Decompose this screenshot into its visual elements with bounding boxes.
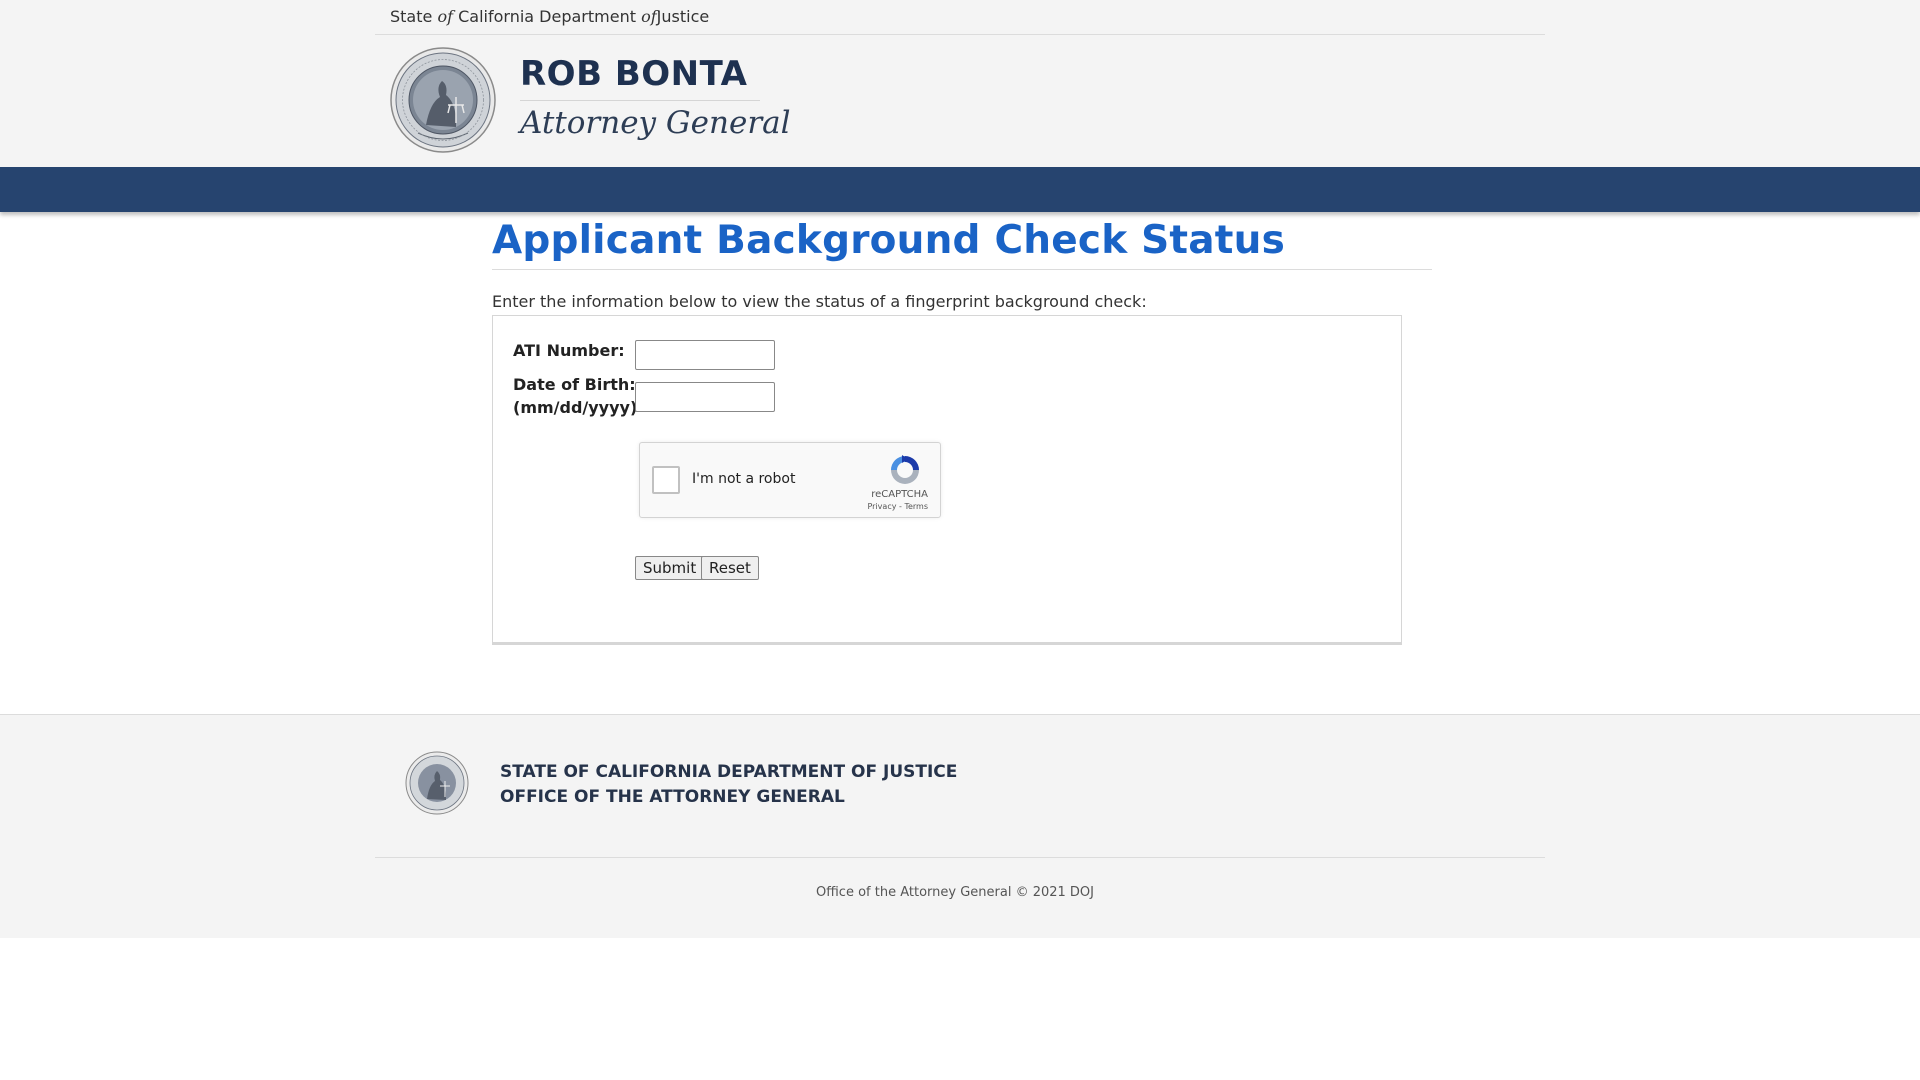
recaptcha-brand: reCAPTCHA [871,489,928,500]
date-of-birth-input[interactable] [635,382,775,412]
attorney-general-seal-icon [390,47,496,153]
official-name: ROB BONTA [520,54,760,101]
site-footer: STATE OF CALIFORNIA DEPARTMENT OF JUSTIC… [0,714,1920,938]
footer-divider [375,857,1545,858]
date-of-birth-label: Date of Birth: [513,375,636,394]
recaptcha-logo-icon [891,455,919,484]
navigation-band [0,167,1920,212]
submit-button[interactable]: Submit [635,556,705,580]
ati-number-label: ATI Number: [513,341,625,360]
footer-organization: STATE OF CALIFORNIA DEPARTMENT OF JUSTIC… [500,760,957,810]
agency-text: of [641,7,657,26]
agency-text: State [390,7,433,26]
recaptcha-terms-link[interactable]: Terms [904,502,928,511]
ati-number-input[interactable] [635,340,775,370]
recaptcha-label: I'm not a robot [692,471,796,487]
brand-block[interactable]: ROB BONTA Attorney General [390,47,791,153]
brand-text: ROB BONTA Attorney General [520,54,791,141]
agency-line: State of California Department ofJustice [375,0,1545,35]
agency-text: of [437,7,454,26]
agency-text: Justice [656,7,710,26]
footer-org-line: OFFICE OF THE ATTORNEY GENERAL [500,787,845,807]
site-header: State of California Department ofJustice… [0,0,1920,167]
department-of-justice-seal-icon [405,751,469,815]
reset-button[interactable]: Reset [701,556,759,580]
status-check-form: ATI Number: Date of Birth: (mm/dd/yyyy) … [492,315,1402,645]
footer-org-line: STATE OF CALIFORNIA DEPARTMENT OF JUSTIC… [500,762,958,782]
date-format-hint: (mm/dd/yyyy) [513,398,638,417]
official-title: Attorney General [520,104,791,141]
intro-text: Enter the information below to view the … [492,292,1147,311]
agency-text: California Department [458,7,636,26]
main-content: Applicant Background Check Status Enter … [492,212,1432,645]
page-title: Applicant Background Check Status [492,212,1432,270]
recaptcha-widget: I'm not a robot reCAPTCHA Privacy - Term… [639,442,941,518]
copyright-text: Office of the Attorney General © 2021 DO… [816,885,1094,900]
recaptcha-links: Privacy - Terms [867,502,928,511]
recaptcha-privacy-link[interactable]: Privacy [867,502,896,511]
recaptcha-checkbox[interactable] [652,466,680,494]
